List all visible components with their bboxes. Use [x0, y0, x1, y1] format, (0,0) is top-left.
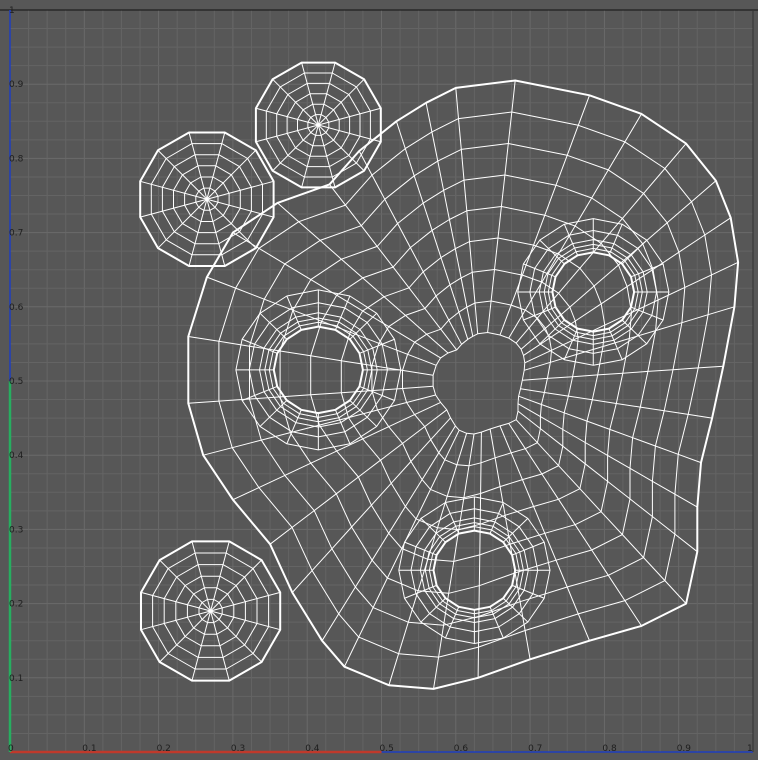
- v-tick-label: 0.3: [9, 525, 23, 535]
- v-tick-label: 0.6: [9, 303, 24, 313]
- u-tick-label: 0: [8, 744, 14, 754]
- u-tick-label: 0.3: [231, 744, 245, 754]
- u-tick-label: 0.1: [82, 744, 96, 754]
- v-tick-label: 0.4: [9, 451, 24, 461]
- uv-editor-viewport[interactable]: 0 0.1 0.2 0.3 0.4 0.5 0.6 0.7 0.8 0.9 1 0.1 0.2 0.3 0.…: [0, 0, 758, 760]
- u-tick-label: 0.7: [528, 744, 542, 754]
- u-tick-label: 0.6: [454, 744, 469, 754]
- u-tick-label: 0.5: [380, 744, 394, 754]
- v-tick-label: 0.2: [9, 600, 23, 610]
- v-tick-label: 1: [9, 6, 15, 16]
- v-tick-label: 0.1: [9, 674, 23, 684]
- v-tick-label: 0.7: [9, 229, 23, 239]
- v-tick-label: 0.9: [9, 80, 24, 90]
- u-tick-label: 0.2: [157, 744, 171, 754]
- v-tick-label: 0.8: [9, 154, 24, 164]
- u-tick-label: 1: [747, 744, 753, 754]
- u-tick-label: 0.8: [602, 744, 617, 754]
- u-tick-label: 0.9: [677, 744, 692, 754]
- v-tick-label: 0.5: [9, 377, 23, 387]
- u-tick-label: 0.4: [305, 744, 320, 754]
